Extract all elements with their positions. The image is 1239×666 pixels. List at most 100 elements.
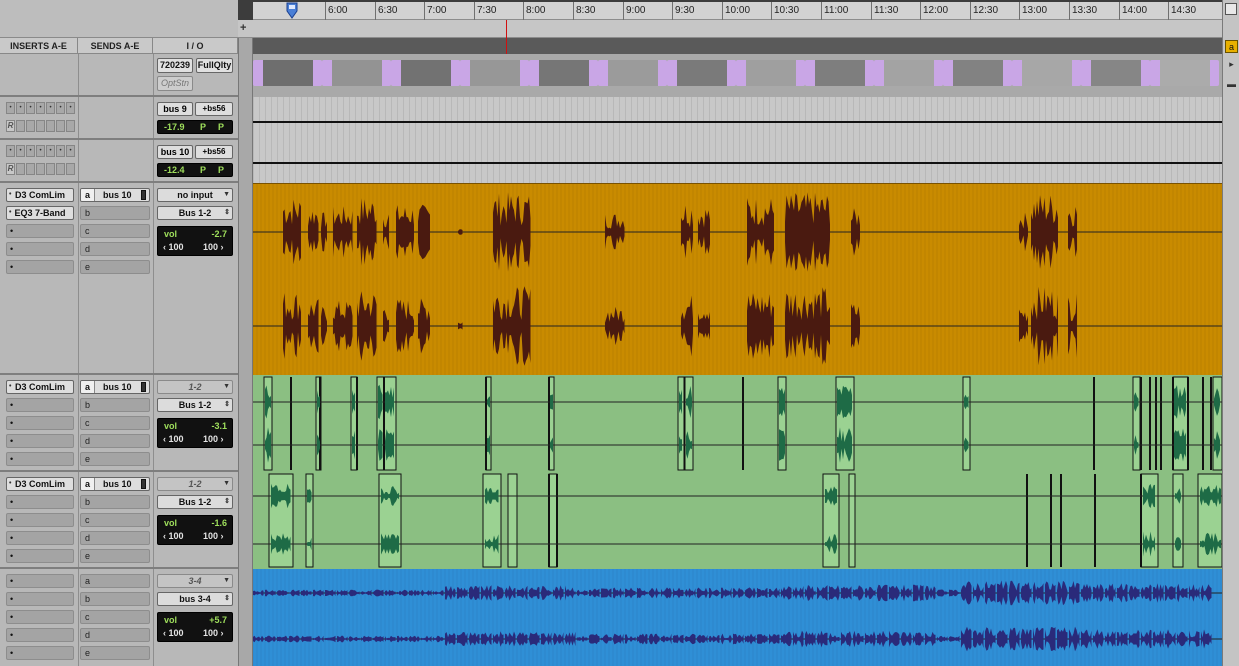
send-e-slot[interactable]: e <box>80 452 150 466</box>
input-selector[interactable]: 3-4 ▼ <box>157 574 233 588</box>
send-d-slot[interactable]: d <box>80 531 150 545</box>
aux-mini-6[interactable]: • <box>56 102 65 114</box>
insert-b-slot[interactable]: • <box>6 592 74 606</box>
insert-a-slot[interactable]: • D3 ComLim <box>6 380 74 394</box>
audio-lane-green-1[interactable] <box>253 375 1222 472</box>
aux-send-2[interactable] <box>26 163 35 175</box>
output-selector[interactable]: Bus 1-2 ⇕ <box>157 398 233 412</box>
aux-send-1[interactable] <box>16 120 25 132</box>
insert-d-slot[interactable]: • <box>6 242 74 256</box>
send-c-slot[interactable]: c <box>80 416 150 430</box>
aux-send-3[interactable] <box>36 120 45 132</box>
aux-1-output-button[interactable]: bus 9 <box>157 102 193 116</box>
video-output-button[interactable]: OptStn <box>157 76 193 91</box>
insert-d-slot[interactable]: • <box>6 434 74 448</box>
zoom-toggle-icon[interactable] <box>1225 3 1237 15</box>
aux-send-2[interactable] <box>26 120 35 132</box>
track-list-toggle-icon[interactable]: a <box>1225 40 1238 53</box>
aux-send-6[interactable] <box>66 120 75 132</box>
send-e-slot[interactable]: e <box>80 646 150 660</box>
send-c-slot[interactable]: c <box>80 224 150 238</box>
read-automation-button[interactable]: R <box>6 163 15 175</box>
aux-lane-2[interactable] <box>253 140 1222 183</box>
marker-ruler[interactable] <box>238 20 1222 38</box>
output-selector[interactable]: bus 3-4 ⇕ <box>157 592 233 606</box>
send-a-slot[interactable]: a <box>80 574 150 588</box>
aux-send-1[interactable] <box>16 163 25 175</box>
send-b-slot[interactable]: b <box>80 592 150 606</box>
input-selector[interactable]: no input ▼ <box>157 188 233 202</box>
aux-mini-6[interactable]: • <box>56 145 65 157</box>
waveform-toggle-icon[interactable]: ▬ <box>1225 78 1238 91</box>
volume-pan-display[interactable]: vol +5.7 ‹ 100 100 › <box>157 612 233 642</box>
aux-mini-5[interactable]: • <box>46 145 55 157</box>
insert-e-slot[interactable]: • <box>6 646 74 660</box>
input-selector[interactable]: 1-2 ▼ <box>157 380 233 394</box>
volume-pan-display[interactable]: vol -1.6 ‹ 100 100 › <box>157 515 233 545</box>
aux-2-output-button[interactable]: bus 10 <box>157 145 193 159</box>
insert-b-slot[interactable]: • <box>6 398 74 412</box>
timeline-area[interactable] <box>253 38 1222 666</box>
volume-pan-display[interactable]: vol -3.1 ‹ 100 100 › <box>157 418 233 448</box>
insert-c-slot[interactable]: • <box>6 610 74 624</box>
insert-e-slot[interactable]: • <box>6 549 74 563</box>
aux-send-5[interactable] <box>56 120 65 132</box>
aux-mini-2[interactable]: • <box>16 102 25 114</box>
aux-send-5[interactable] <box>56 163 65 175</box>
aux-mini-3[interactable]: • <box>26 145 35 157</box>
insert-e-slot[interactable]: • <box>6 260 74 274</box>
aux-send-4[interactable] <box>46 163 55 175</box>
send-a-slot[interactable]: a bus 10 <box>80 477 150 491</box>
insert-a-slot[interactable]: • D3 ComLim <box>6 188 74 202</box>
aux-send-4[interactable] <box>46 120 55 132</box>
video-field-1[interactable]: 720239 <box>157 58 193 73</box>
aux-mini-1[interactable]: • <box>6 102 15 114</box>
aux-1-output2-button[interactable]: +bs56 <box>195 102 233 116</box>
audio-lane-blue[interactable] <box>253 569 1222 666</box>
insert-c-slot[interactable]: • <box>6 513 74 527</box>
video-lane[interactable] <box>253 54 1222 97</box>
video-quality-button[interactable]: FullQlty <box>196 58 233 73</box>
send-b-slot[interactable]: b <box>80 495 150 509</box>
volume-pan-display[interactable]: vol -2.7 ‹ 100 100 › <box>157 226 233 256</box>
expand-icon[interactable]: ▸ <box>1225 58 1238 71</box>
aux-mini-7[interactable]: • <box>66 102 75 114</box>
aux-send-3[interactable] <box>36 163 45 175</box>
insert-d-slot[interactable]: • <box>6 531 74 545</box>
send-b-slot[interactable]: b <box>80 398 150 412</box>
output-selector[interactable]: Bus 1-2 ⇕ <box>157 206 233 220</box>
timecode-ruler[interactable]: 6:00 6:30 7:00 7:30 8:00 8:30 9:00 9:30 10:00 10:… <box>253 2 1222 20</box>
aux-2-volume[interactable]: -12.4 P P <box>157 163 233 177</box>
insert-b-slot[interactable]: • <box>6 495 74 509</box>
aux-mini-2[interactable]: • <box>16 145 25 157</box>
insert-a-slot[interactable]: • D3 ComLim <box>6 477 74 491</box>
send-e-slot[interactable]: e <box>80 260 150 274</box>
aux-mini-1[interactable]: • <box>6 145 15 157</box>
audio-lane-green-2[interactable] <box>253 472 1222 569</box>
aux-mini-7[interactable]: • <box>66 145 75 157</box>
insert-d-slot[interactable]: • <box>6 628 74 642</box>
input-selector[interactable]: 1-2 ▼ <box>157 477 233 491</box>
send-c-slot[interactable]: c <box>80 513 150 527</box>
audio-lane-orange[interactable] <box>253 183 1222 376</box>
send-a-slot[interactable]: a bus 10 <box>80 188 150 202</box>
aux-mini-3[interactable]: • <box>26 102 35 114</box>
send-d-slot[interactable]: d <box>80 628 150 642</box>
send-c-slot[interactable]: c <box>80 610 150 624</box>
aux-2-output2-button[interactable]: +bs56 <box>195 145 233 159</box>
insert-c-slot[interactable]: • <box>6 416 74 430</box>
aux-lane-1[interactable] <box>253 97 1222 140</box>
send-d-slot[interactable]: d <box>80 434 150 448</box>
playhead-marker-icon[interactable] <box>282 2 302 20</box>
send-a-slot[interactable]: a bus 10 <box>80 380 150 394</box>
insert-b-slot[interactable]: • EQ3 7-Band <box>6 206 74 220</box>
send-d-slot[interactable]: d <box>80 242 150 256</box>
send-e-slot[interactable]: e <box>80 549 150 563</box>
add-ruler-button[interactable]: + <box>240 22 246 34</box>
send-b-slot[interactable]: b <box>80 206 150 220</box>
aux-mini-4[interactable]: • <box>36 145 45 157</box>
aux-mini-5[interactable]: • <box>46 102 55 114</box>
aux-mini-4[interactable]: • <box>36 102 45 114</box>
insert-e-slot[interactable]: • <box>6 452 74 466</box>
output-selector[interactable]: Bus 1-2 ⇕ <box>157 495 233 509</box>
